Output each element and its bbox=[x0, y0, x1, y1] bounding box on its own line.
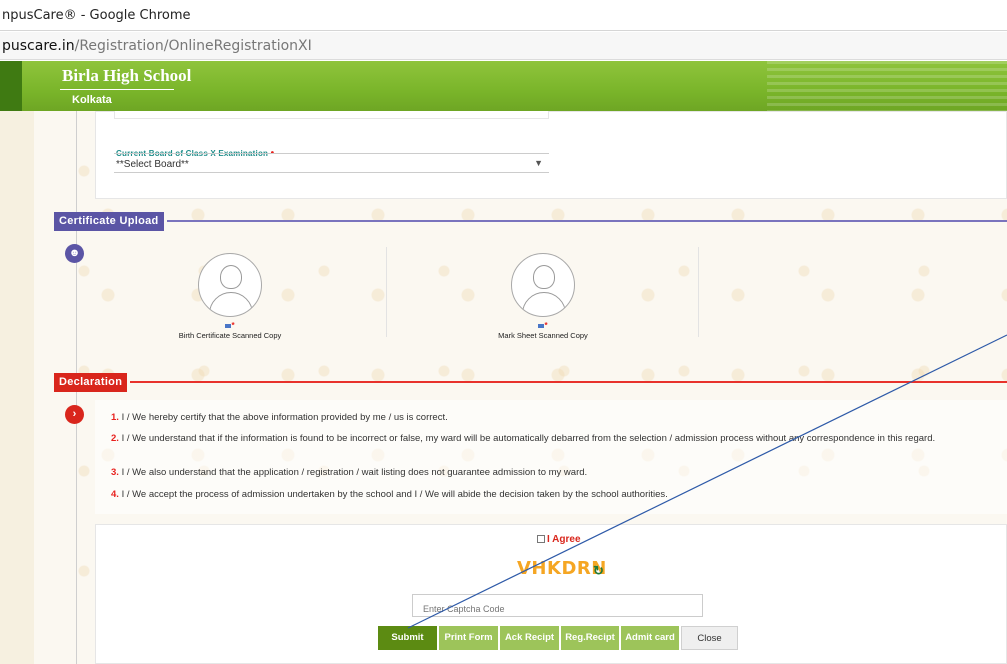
declaration-text: I / We accept the process of admission u… bbox=[121, 489, 668, 500]
agree-checkbox[interactable]: I Agree bbox=[537, 534, 581, 545]
window-title: npusCare® - Google Chrome bbox=[2, 8, 191, 23]
declaration-text: I / We also understand that the applicat… bbox=[121, 467, 588, 478]
header-stripes bbox=[767, 61, 1007, 111]
upload-birth-certificate[interactable]: * Birth Certificate Scanned Copy bbox=[140, 253, 320, 340]
prev-field-remnant bbox=[114, 111, 549, 119]
left-margin bbox=[0, 111, 34, 664]
header-left-cap bbox=[0, 61, 22, 111]
required-mark: * bbox=[544, 321, 548, 330]
upload-label: Mark Sheet Scanned Copy bbox=[498, 331, 588, 340]
submit-button[interactable]: Submit bbox=[378, 626, 437, 650]
declaration-item: 4. I / We accept the process of admissio… bbox=[111, 488, 1001, 501]
print-form-button[interactable]: Print Form bbox=[439, 626, 498, 650]
avatar-placeholder-icon[interactable] bbox=[198, 253, 262, 317]
close-button[interactable]: Close bbox=[681, 626, 738, 650]
upload-status: * bbox=[140, 321, 320, 330]
declaration-number: 1. bbox=[111, 412, 119, 423]
url-path: /Registration/OnlineRegistrationXI bbox=[74, 38, 312, 54]
upload-divider bbox=[698, 247, 699, 337]
upload-mark-sheet[interactable]: * Mark Sheet Scanned Copy bbox=[453, 253, 633, 340]
window-titlebar: npusCare® - Google Chrome bbox=[0, 0, 1007, 31]
school-name: Birla High School bbox=[62, 66, 192, 85]
site-header: Birla High School Kolkata bbox=[0, 61, 1007, 111]
declaration-title: Declaration bbox=[59, 376, 123, 388]
declaration-item: 2. I / We understand that if the informa… bbox=[111, 432, 1001, 445]
declaration-text: I / We hereby certify that the above inf… bbox=[121, 412, 448, 423]
upload-status: * bbox=[453, 321, 633, 330]
certificate-upload-rule bbox=[167, 220, 1007, 222]
declaration-item: 1. I / We hereby certify that the above … bbox=[111, 411, 1001, 424]
user-circle-icon: ☻ bbox=[65, 244, 84, 263]
declaration-number: 4. bbox=[111, 489, 119, 500]
avatar-placeholder-icon[interactable] bbox=[511, 253, 575, 317]
required-mark: * bbox=[231, 321, 235, 330]
declaration-heading: Declaration bbox=[54, 373, 128, 392]
chevron-down-icon: ▼ bbox=[534, 158, 543, 168]
declaration-rule bbox=[130, 381, 1007, 383]
ack-receipt-button[interactable]: Ack Recipt bbox=[500, 626, 559, 650]
agree-label: I Agree bbox=[547, 534, 581, 545]
certificate-upload-heading: Certificate Upload bbox=[54, 212, 164, 231]
upload-label: Birth Certificate Scanned Copy bbox=[178, 331, 282, 340]
captcha-input[interactable] bbox=[412, 594, 703, 617]
school-city: Kolkata bbox=[72, 94, 112, 106]
chevron-right-circle-icon: › bbox=[65, 405, 84, 424]
declaration-item: 3. I / We also understand that the appli… bbox=[111, 466, 1001, 479]
board-select-value: **Select Board** bbox=[116, 159, 189, 170]
declaration-text: I / We understand that if the informatio… bbox=[121, 433, 936, 444]
refresh-icon[interactable]: ↻ bbox=[593, 563, 604, 579]
certificate-upload-title: Certificate Upload bbox=[59, 215, 159, 227]
admit-card-button[interactable]: Admit card bbox=[621, 626, 679, 650]
declaration-number: 3. bbox=[111, 467, 119, 478]
url-text[interactable]: puscare.in/Registration/OnlineRegistrati… bbox=[2, 38, 312, 54]
url-host: puscare.in bbox=[2, 38, 75, 54]
header-divider bbox=[60, 89, 174, 90]
address-bar[interactable]: puscare.in/Registration/OnlineRegistrati… bbox=[0, 32, 1007, 60]
checkbox-icon[interactable] bbox=[537, 535, 545, 543]
declaration-number: 2. bbox=[111, 433, 119, 444]
reg-receipt-button[interactable]: Reg.Recipt bbox=[561, 626, 619, 650]
board-select[interactable]: **Select Board** ▼ bbox=[114, 153, 549, 173]
upload-divider bbox=[386, 247, 387, 337]
